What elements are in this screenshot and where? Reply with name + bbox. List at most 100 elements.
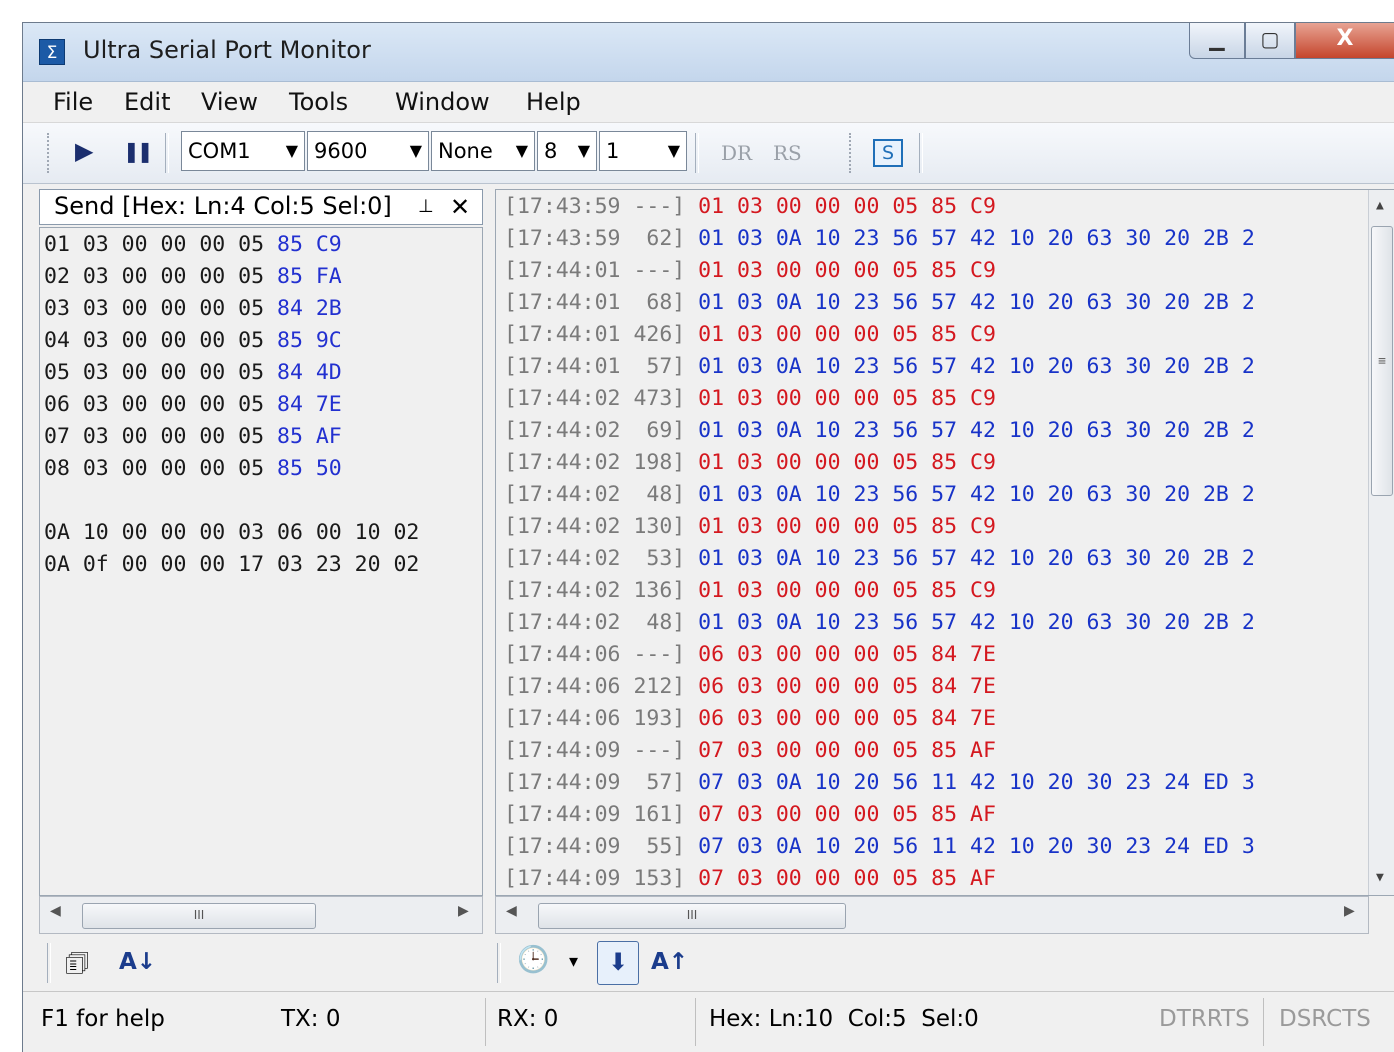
toolbar-separator [497, 943, 501, 983]
pause-icon[interactable]: ❚❚ [123, 139, 153, 163]
log-sent-bytes: 07 03 00 00 00 05 85 AF [698, 802, 996, 827]
log-sent-bytes: 01 03 00 00 00 05 85 C9 [698, 514, 996, 539]
toolbar-separator [919, 133, 923, 173]
properties-icon[interactable]: 🗊 [65, 945, 89, 989]
send-line: 06 03 00 00 00 05 84 7E [44, 392, 342, 417]
pin-icon[interactable]: ⊥ [418, 196, 434, 217]
log-timestamp: [17:44:09 ---] [504, 738, 686, 763]
send-panel-toolbar: 🗊 A↓ [39, 935, 485, 991]
send-horizontal-scrollbar[interactable]: ◀ III ▶ [39, 896, 483, 934]
log-sent-bytes: 01 03 00 00 00 05 85 C9 [698, 450, 996, 475]
autoscroll-down-icon[interactable]: ⬇ [597, 941, 639, 985]
log-line: [17:44:09 55] 07 03 0A 10 20 56 11 42 10… [504, 834, 1255, 859]
toolbar-grip[interactable] [47, 133, 52, 173]
log-timestamp: [17:43:59 ---] [504, 194, 686, 219]
scroll-thumb[interactable]: III [538, 903, 846, 929]
clock-icon[interactable]: 🕒 [517, 945, 549, 975]
scroll-thumb[interactable]: ≡ [1371, 226, 1393, 496]
send-line: 05 03 00 00 00 05 84 4D [44, 360, 342, 385]
baud-select[interactable]: 9600 ▼ [307, 131, 429, 171]
menu-help[interactable]: Help [526, 88, 581, 116]
log-timestamp: [17:44:09 55] [504, 834, 686, 859]
chevron-down-icon: ▼ [409, 141, 422, 160]
log-timestamp: [17:44:01 ---] [504, 258, 686, 283]
send-panel-title: Send [Hex: Ln:4 Col:5 Sel:0] [54, 192, 392, 220]
menu-view[interactable]: View [201, 88, 258, 116]
send-crc: 85 FA [277, 264, 342, 289]
data-bits-select[interactable]: 8 ▼ [537, 131, 597, 171]
log-line: [17:44:09 161] 07 03 00 00 00 05 85 AF [504, 802, 996, 827]
log-horizontal-scrollbar[interactable]: ◀ III ▶ [495, 896, 1369, 934]
send-editor[interactable]: 01 03 00 00 00 05 85 C9 02 03 00 00 00 05… [39, 227, 483, 896]
toolbar-separator [165, 133, 169, 173]
menu-edit[interactable]: Edit [124, 88, 170, 116]
log-line: [17:44:06 212] 06 03 00 00 00 05 84 7E [504, 674, 996, 699]
script-button[interactable]: S [873, 139, 903, 167]
data-bits-value: 8 [544, 139, 558, 163]
scroll-thumb[interactable]: III [82, 903, 316, 929]
minimize-button[interactable]: ▁ [1189, 23, 1245, 59]
scroll-right-icon[interactable]: ▶ [458, 903, 469, 919]
sort-button[interactable]: A↑ [651, 949, 688, 975]
log-line: [17:44:01 68] 01 03 0A 10 23 56 57 42 10… [504, 290, 1255, 315]
toolbar-grip[interactable] [849, 133, 854, 173]
send-panel-header: Send [Hex: Ln:4 Col:5 Sel:0] ⊥ ✕ [39, 189, 483, 225]
send-line: 04 03 00 00 00 05 85 9C [44, 328, 342, 353]
stop-bits-select[interactable]: 1 ▼ [599, 131, 687, 171]
menu-tools[interactable]: Tools [289, 88, 348, 116]
chevron-down-icon: ▼ [285, 141, 298, 160]
log-line: [17:44:06 193] 06 03 00 00 00 05 84 7E [504, 706, 996, 731]
send-line: 0A 0f 00 00 00 17 03 23 20 02 [44, 552, 419, 577]
log-timestamp: [17:44:06 ---] [504, 642, 686, 667]
status-rx: RX: 0 [497, 1006, 559, 1032]
menu-window[interactable]: Window [395, 88, 490, 116]
port-value: COM1 [188, 139, 251, 163]
sort-ascending-button[interactable]: A↓ [119, 949, 156, 975]
send-bytes: 01 03 00 00 00 05 [44, 232, 277, 257]
log-line: [17:44:01 ---] 01 03 00 00 00 05 85 C9 [504, 258, 996, 283]
log-timestamp: [17:44:01 68] [504, 290, 686, 315]
chevron-down-icon: ▼ [577, 141, 590, 160]
scroll-right-icon[interactable]: ▶ [1344, 903, 1355, 919]
log-view[interactable]: [17:44:09 153] 07 03 00 00 00 05 85 AF [1… [495, 189, 1394, 896]
scroll-down-icon[interactable]: ▼ [1376, 870, 1384, 885]
send-bytes: 02 03 00 00 00 05 [44, 264, 277, 289]
log-timestamp: [17:44:01 426] [504, 322, 686, 347]
scroll-up-icon[interactable]: ▲ [1376, 198, 1384, 213]
rs-indicator[interactable]: RS [773, 141, 802, 165]
toolbar-separator [695, 133, 699, 173]
log-sent-bytes: 06 03 00 00 00 05 84 7E [698, 674, 996, 699]
window-title: Ultra Serial Port Monitor [83, 36, 371, 64]
maximize-button[interactable]: ▢ [1245, 23, 1295, 59]
app-window: Σ Ultra Serial Port Monitor ▁ ▢ X File E… [22, 22, 1394, 1052]
menu-file[interactable]: File [53, 88, 93, 116]
log-vertical-scrollbar[interactable]: ▲ ≡ ▼ [1368, 190, 1394, 895]
send-crc: 85 9C [277, 328, 342, 353]
start-icon[interactable]: ▶ [75, 137, 93, 165]
log-received-bytes: 01 03 0A 10 23 56 57 42 10 20 63 30 20 2… [698, 546, 1255, 571]
log-line: [17:44:02 130] 01 03 00 00 00 05 85 C9 [504, 514, 996, 539]
status-tx: TX: 0 [281, 1006, 341, 1032]
send-line: 08 03 00 00 00 05 85 50 [44, 456, 342, 481]
log-timestamp: [17:44:01 57] [504, 354, 686, 379]
send-bytes: 06 03 00 00 00 05 [44, 392, 277, 417]
log-line: [17:44:02 48] 01 03 0A 10 23 56 57 42 10… [504, 610, 1255, 635]
log-line: [17:44:09 153] 07 03 00 00 00 05 85 AF [504, 866, 996, 891]
log-panel-toolbar: 🕒 ▾ ⬇ A↑ [495, 935, 1394, 991]
scroll-left-icon[interactable]: ◀ [50, 903, 61, 919]
log-line: [17:44:02 473] 01 03 00 00 00 05 85 C9 [504, 386, 996, 411]
log-line: [17:44:09 ---] 07 03 00 00 00 05 85 AF [504, 738, 996, 763]
close-icon[interactable]: ✕ [450, 193, 470, 221]
scroll-left-icon[interactable]: ◀ [506, 903, 517, 919]
log-received-bytes: 01 03 0A 10 23 56 57 42 10 20 63 30 20 2… [698, 354, 1255, 379]
log-line: [17:44:06 ---] 06 03 00 00 00 05 84 7E [504, 642, 996, 667]
title-bar[interactable]: Σ Ultra Serial Port Monitor ▁ ▢ X [23, 23, 1394, 82]
toolbar: ▶ ❚❚ COM1 ▼ 9600 ▼ None ▼ 8 ▼ 1 ▼ DR RS S [23, 123, 1394, 184]
log-timestamp: [17:44:09 161] [504, 802, 686, 827]
chevron-down-icon[interactable]: ▾ [569, 951, 578, 972]
log-timestamp: [17:44:02 48] [504, 482, 686, 507]
port-select[interactable]: COM1 ▼ [181, 131, 305, 171]
log-received-bytes: 01 03 0A 10 23 56 57 42 10 20 63 30 20 2… [698, 226, 1255, 251]
close-window-button[interactable]: X [1295, 23, 1394, 59]
parity-select[interactable]: None ▼ [431, 131, 535, 171]
